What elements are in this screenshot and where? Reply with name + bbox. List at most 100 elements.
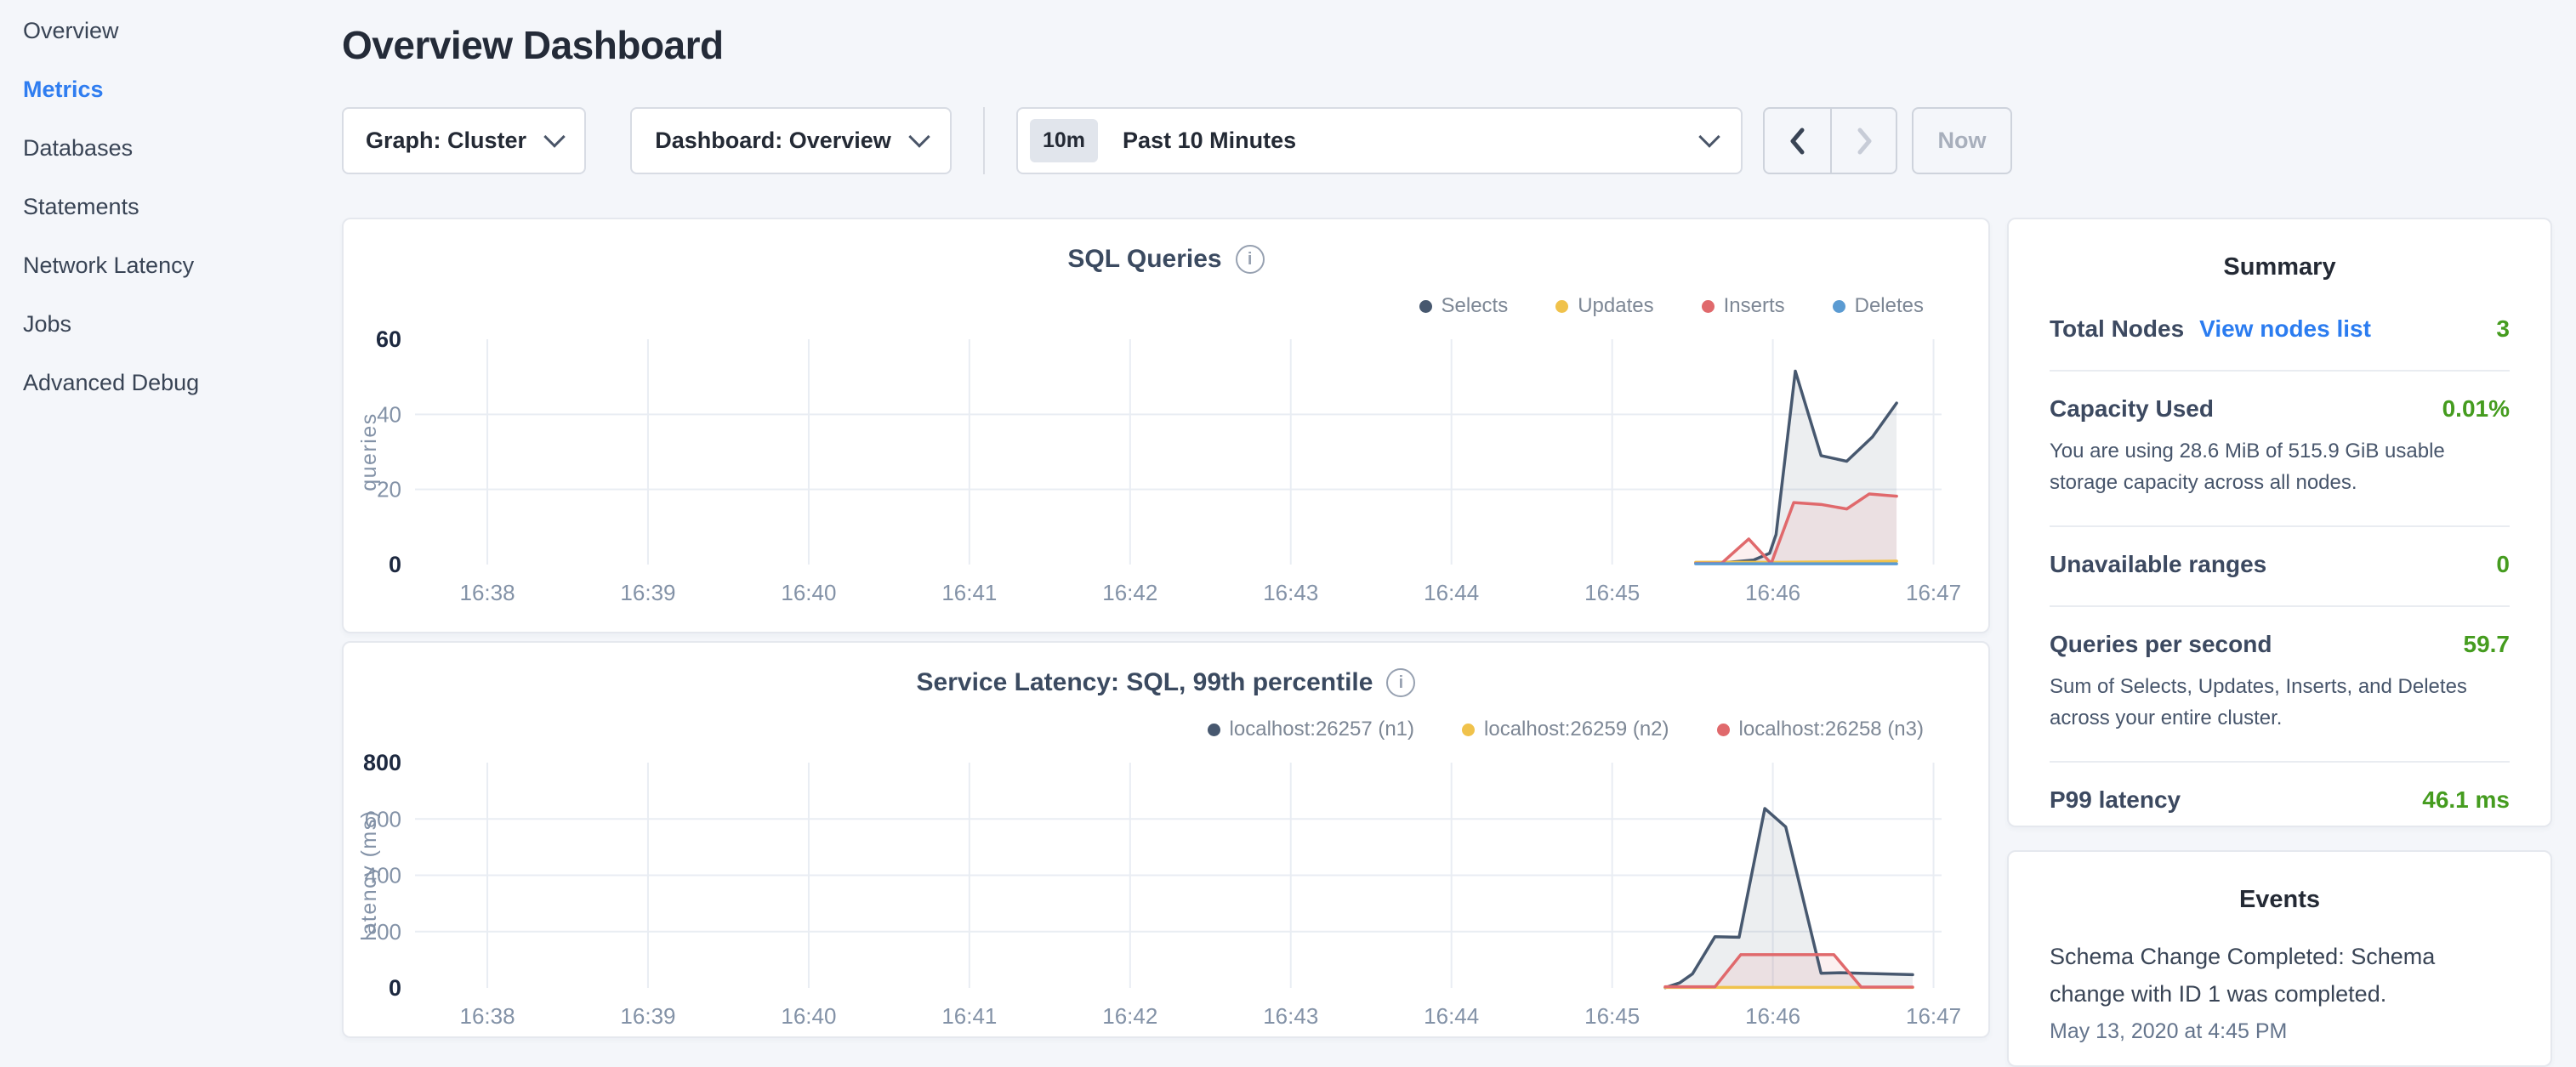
- svg-text:latency (ms): latency (ms): [357, 809, 381, 940]
- legend-label: Selects: [1442, 294, 1509, 318]
- legend-item[interactable]: Updates: [1555, 294, 1653, 318]
- summary-label: Queries per second: [2050, 631, 2272, 658]
- svg-text:16:43: 16:43: [1263, 580, 1318, 605]
- svg-text:16:42: 16:42: [1102, 580, 1157, 605]
- now-button[interactable]: Now: [1912, 107, 2012, 174]
- app-layout: Overview Metrics Databases Statements Ne…: [0, 0, 2576, 1051]
- sql-queries-card: SQL Queries i Selects Updates Inserts Delet…: [342, 218, 1990, 633]
- charts-column: SQL Queries i Selects Updates Inserts Delet…: [342, 218, 1990, 1067]
- chart-title: Service Latency: SQL, 99th percentile: [917, 668, 1373, 697]
- summary-value: 0.01%: [2442, 395, 2510, 423]
- svg-text:16:41: 16:41: [941, 1003, 997, 1029]
- legend-item[interactable]: Deletes: [1833, 294, 1924, 318]
- event-item[interactable]: Schema Change Completed: Schema change w…: [2050, 938, 2510, 1044]
- view-nodes-list-link[interactable]: View nodes list: [2199, 315, 2371, 343]
- summary-row-capacity-used: Capacity Used 0.01% You are using 28.6 M…: [2050, 372, 2510, 527]
- legend-dot-icon: [1462, 724, 1475, 736]
- page-title: Overview Dashboard: [342, 22, 2552, 68]
- sidebar-item-jobs[interactable]: Jobs: [23, 311, 334, 338]
- time-step-buttons: [1763, 107, 1897, 174]
- legend-item[interactable]: Selects: [1419, 294, 1509, 318]
- chart-title-row: Service Latency: SQL, 99th percentile i: [344, 668, 1988, 697]
- svg-text:800: 800: [363, 750, 401, 775]
- prev-time-button[interactable]: [1765, 109, 1830, 173]
- legend-label: localhost:26259 (n2): [1484, 718, 1669, 741]
- svg-text:16:47: 16:47: [1906, 1003, 1961, 1029]
- dashboard-content: SQL Queries i Selects Updates Inserts Delet…: [342, 218, 2552, 1067]
- sidebar: Overview Metrics Databases Statements Ne…: [0, 0, 334, 1051]
- legend-item[interactable]: localhost:26258 (n3): [1717, 718, 1924, 741]
- legend-dot-icon: [1833, 300, 1845, 313]
- sidebar-item-network-latency[interactable]: Network Latency: [23, 253, 334, 279]
- summary-description: You are using 28.6 MiB of 515.9 GiB usab…: [2050, 435, 2510, 498]
- summary-row-queries-per-second: Queries per second 59.7 Sum of Selects, …: [2050, 607, 2510, 763]
- sql-queries-chart: 16:38 16:39 16:40 16:41 16:42 16:43 16:44 16:45…: [355, 318, 1988, 620]
- time-range-picker[interactable]: 10m Past 10 Minutes: [1016, 107, 1743, 174]
- summary-description: Sum of Selects, Updates, Inserts, and De…: [2050, 671, 2510, 734]
- svg-text:16:44: 16:44: [1424, 1003, 1479, 1029]
- chart-legend: Selects Updates Inserts Deletes: [344, 294, 1924, 318]
- svg-text:16:44: 16:44: [1424, 580, 1479, 605]
- time-range-label: Past 10 Minutes: [1123, 128, 1702, 154]
- summary-value: 3: [2496, 315, 2510, 343]
- chevron-down-icon: [908, 126, 930, 147]
- svg-text:16:39: 16:39: [620, 580, 675, 605]
- event-timestamp: May 13, 2020 at 4:45 PM: [2050, 1019, 2510, 1044]
- svg-text:16:45: 16:45: [1584, 580, 1640, 605]
- summary-value: 0: [2496, 551, 2510, 578]
- dashboard-dropdown[interactable]: Dashboard: Overview: [630, 107, 952, 174]
- svg-text:0: 0: [389, 552, 401, 577]
- summary-title: Summary: [2050, 253, 2510, 281]
- legend-label: localhost:26257 (n1): [1230, 718, 1414, 741]
- events-title: Events: [2050, 886, 2510, 914]
- svg-text:16:39: 16:39: [620, 1003, 675, 1029]
- legend-label: Updates: [1578, 294, 1653, 318]
- sidebar-item-metrics[interactable]: Metrics: [23, 77, 334, 103]
- summary-label: P99 latency: [2050, 786, 2181, 814]
- svg-text:queries: queries: [357, 412, 381, 491]
- info-icon[interactable]: i: [1386, 668, 1415, 697]
- legend-dot-icon: [1419, 300, 1432, 313]
- svg-text:16:46: 16:46: [1745, 1003, 1800, 1029]
- legend-dot-icon: [1717, 724, 1730, 736]
- svg-text:16:40: 16:40: [781, 580, 836, 605]
- controls-divider: [983, 107, 985, 174]
- summary-row-p99-latency: P99 latency 46.1 ms: [2050, 763, 2510, 841]
- chevron-down-icon: [1698, 126, 1720, 147]
- service-latency-card: Service Latency: SQL, 99th percentile i …: [342, 641, 1990, 1038]
- legend-dot-icon: [1702, 300, 1714, 313]
- summary-label: Unavailable ranges: [2050, 551, 2266, 578]
- legend-item[interactable]: Inserts: [1702, 294, 1785, 318]
- chevron-left-icon: [1788, 126, 1808, 156]
- sidebar-item-statements[interactable]: Statements: [23, 194, 334, 220]
- main-content: Overview Dashboard Graph: Cluster Dashbo…: [334, 0, 2576, 1051]
- svg-text:16:38: 16:38: [459, 1003, 515, 1029]
- svg-text:16:45: 16:45: [1584, 1003, 1640, 1029]
- info-icon[interactable]: i: [1236, 245, 1265, 274]
- legend-dot-icon: [1208, 724, 1220, 736]
- graph-dropdown[interactable]: Graph: Cluster: [342, 107, 586, 174]
- sidebar-item-advanced-debug[interactable]: Advanced Debug: [23, 370, 334, 396]
- svg-text:16:38: 16:38: [459, 580, 515, 605]
- legend-item[interactable]: localhost:26259 (n2): [1462, 718, 1669, 741]
- chart-title: SQL Queries: [1067, 245, 1221, 274]
- svg-text:60: 60: [376, 326, 401, 352]
- next-time-button[interactable]: [1830, 109, 1896, 173]
- summary-label: Total Nodes: [2050, 315, 2184, 343]
- event-message: Schema Change Completed: Schema change w…: [2050, 938, 2510, 1013]
- sidebar-item-databases[interactable]: Databases: [23, 135, 334, 162]
- right-column: Summary Total Nodes View nodes list 3 Ca…: [2007, 218, 2552, 1067]
- svg-text:16:41: 16:41: [941, 580, 997, 605]
- sidebar-item-overview[interactable]: Overview: [23, 18, 334, 44]
- svg-text:0: 0: [389, 975, 401, 1001]
- legend-label: Deletes: [1855, 294, 1924, 318]
- chevron-down-icon: [543, 126, 565, 147]
- summary-row-total-nodes: Total Nodes View nodes list 3: [2050, 292, 2510, 372]
- chart-legend: localhost:26257 (n1) localhost:26259 (n2)…: [344, 718, 1924, 741]
- legend-item[interactable]: localhost:26257 (n1): [1208, 718, 1414, 741]
- summary-label: Capacity Used: [2050, 395, 2214, 423]
- svg-text:16:40: 16:40: [781, 1003, 836, 1029]
- svg-text:16:42: 16:42: [1102, 1003, 1157, 1029]
- chart-title-row: SQL Queries i: [344, 245, 1988, 274]
- controls-bar: Graph: Cluster Dashboard: Overview 10m P…: [342, 107, 2552, 174]
